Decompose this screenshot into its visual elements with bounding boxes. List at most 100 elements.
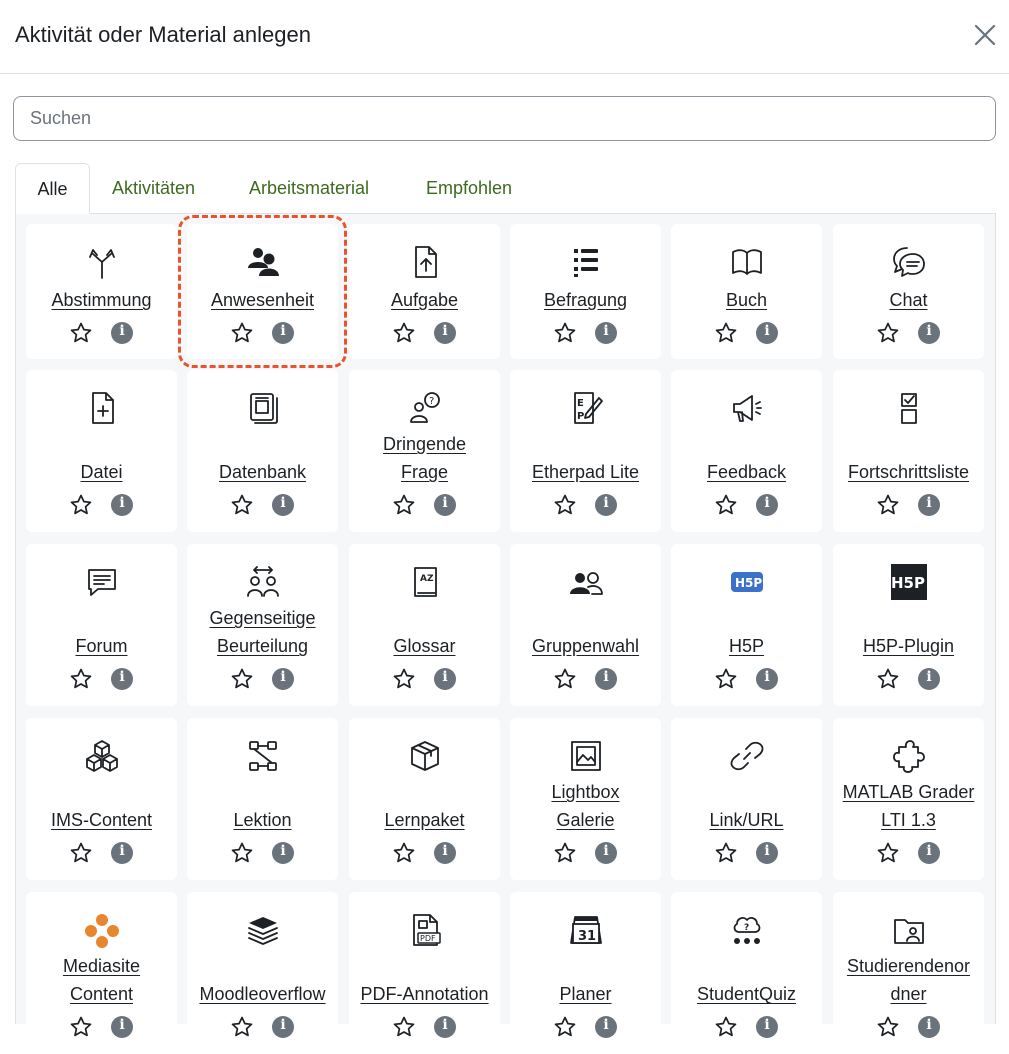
module-card[interactable]: Studierendenor dner — [833, 892, 984, 1054]
module-label[interactable]: Feedback — [673, 458, 820, 486]
star-icon[interactable] — [230, 667, 254, 691]
star-icon[interactable] — [553, 493, 577, 517]
star-icon[interactable] — [876, 493, 900, 517]
info-icon[interactable] — [434, 668, 456, 690]
star-icon[interactable] — [392, 1015, 416, 1039]
info-icon[interactable] — [272, 494, 294, 516]
star-icon[interactable] — [876, 841, 900, 865]
module-label[interactable]: Planer — [512, 980, 659, 1008]
module-card[interactable]: Gegenseitige Beurteilung — [187, 544, 338, 706]
module-label[interactable]: Abstimmung — [28, 286, 175, 314]
module-label[interactable]: StudentQuiz — [673, 980, 820, 1008]
info-icon[interactable] — [595, 668, 617, 690]
module-label[interactable]: H5P — [673, 632, 820, 660]
module-label[interactable]: Chat — [835, 286, 982, 314]
star-icon[interactable] — [876, 667, 900, 691]
info-icon[interactable] — [918, 1016, 940, 1038]
module-card[interactable]: Buch — [671, 224, 822, 359]
module-card[interactable]: H5P H5P — [671, 544, 822, 706]
star-icon[interactable] — [392, 841, 416, 865]
module-card[interactable]: PDF PDF-Annotation — [349, 892, 500, 1054]
module-label[interactable]: Aufgabe — [351, 286, 498, 314]
info-icon[interactable] — [756, 322, 778, 344]
module-card[interactable]: AZ Glossar — [349, 544, 500, 706]
star-icon[interactable] — [714, 321, 738, 345]
star-icon[interactable] — [69, 1015, 93, 1039]
star-icon[interactable] — [69, 321, 93, 345]
info-icon[interactable] — [756, 668, 778, 690]
tab-empfohlen[interactable]: Empfohlen — [426, 163, 512, 214]
module-card[interactable]: 31 Planer — [510, 892, 661, 1054]
module-label[interactable]: Link/URL — [673, 806, 820, 834]
module-card[interactable]: ? StudentQuiz — [671, 892, 822, 1054]
close-icon[interactable] — [968, 18, 1002, 52]
star-icon[interactable] — [714, 841, 738, 865]
module-label[interactable]: Fortschrittsliste — [835, 458, 982, 486]
module-label[interactable]: Dringende Frage — [351, 430, 498, 486]
module-label[interactable]: Lernpaket — [351, 806, 498, 834]
star-icon[interactable] — [69, 841, 93, 865]
star-icon[interactable] — [553, 1015, 577, 1039]
star-icon[interactable] — [230, 1015, 254, 1039]
star-icon[interactable] — [69, 667, 93, 691]
info-icon[interactable] — [434, 1016, 456, 1038]
module-label[interactable]: Mediasite Content — [28, 952, 175, 1008]
module-label[interactable]: Forum — [28, 632, 175, 660]
info-icon[interactable] — [918, 322, 940, 344]
star-icon[interactable] — [230, 321, 254, 345]
module-label[interactable]: H5P-Plugin — [835, 632, 982, 660]
module-card[interactable]: Befragung — [510, 224, 661, 359]
star-icon[interactable] — [392, 667, 416, 691]
module-card[interactable]: IMS-Content — [26, 718, 177, 880]
module-label[interactable]: Studierendenor dner — [835, 952, 982, 1008]
info-icon[interactable] — [595, 842, 617, 864]
module-card[interactable]: Feedback — [671, 370, 822, 532]
module-label[interactable]: Datenbank — [189, 458, 336, 486]
module-label[interactable]: Glossar — [351, 632, 498, 660]
info-icon[interactable] — [756, 494, 778, 516]
star-icon[interactable] — [230, 841, 254, 865]
info-icon[interactable] — [595, 1016, 617, 1038]
module-card[interactable]: Datenbank — [187, 370, 338, 532]
module-card[interactable]: Moodleoverflow — [187, 892, 338, 1054]
module-card[interactable]: Anwesenheit — [178, 215, 347, 368]
star-icon[interactable] — [714, 667, 738, 691]
info-icon[interactable] — [918, 494, 940, 516]
module-label[interactable]: Lektion — [189, 806, 336, 834]
search-input[interactable] — [13, 96, 996, 141]
module-label[interactable]: Etherpad Lite — [512, 458, 659, 486]
tab-arbeitsmaterial[interactable]: Arbeitsmaterial — [249, 163, 369, 214]
info-icon[interactable] — [111, 1016, 133, 1038]
info-icon[interactable] — [595, 322, 617, 344]
star-icon[interactable] — [553, 841, 577, 865]
info-icon[interactable] — [756, 842, 778, 864]
module-card[interactable]: MATLAB Grader LTI 1.3 — [833, 718, 984, 880]
info-icon[interactable] — [434, 842, 456, 864]
star-icon[interactable] — [392, 321, 416, 345]
info-icon[interactable] — [111, 494, 133, 516]
module-card[interactable]: Lektion — [187, 718, 338, 880]
module-card[interactable]: Abstimmung — [26, 224, 177, 359]
info-icon[interactable] — [918, 842, 940, 864]
module-label[interactable]: Befragung — [512, 286, 659, 314]
star-icon[interactable] — [714, 493, 738, 517]
module-label[interactable]: Moodleoverflow — [189, 980, 336, 1008]
star-icon[interactable] — [230, 493, 254, 517]
info-icon[interactable] — [272, 322, 294, 344]
info-icon[interactable] — [434, 322, 456, 344]
module-card[interactable]: Gruppenwahl — [510, 544, 661, 706]
module-label[interactable]: Lightbox Galerie — [512, 778, 659, 834]
info-icon[interactable] — [272, 842, 294, 864]
module-label[interactable]: Datei — [28, 458, 175, 486]
module-card[interactable]: Datei — [26, 370, 177, 532]
star-icon[interactable] — [553, 667, 577, 691]
info-icon[interactable] — [111, 322, 133, 344]
star-icon[interactable] — [714, 1015, 738, 1039]
module-label[interactable]: PDF-Annotation — [351, 980, 498, 1008]
info-icon[interactable] — [272, 1016, 294, 1038]
star-icon[interactable] — [876, 321, 900, 345]
module-card[interactable]: Forum — [26, 544, 177, 706]
module-label[interactable]: Gruppenwahl — [512, 632, 659, 660]
info-icon[interactable] — [434, 494, 456, 516]
module-label[interactable]: IMS-Content — [28, 806, 175, 834]
